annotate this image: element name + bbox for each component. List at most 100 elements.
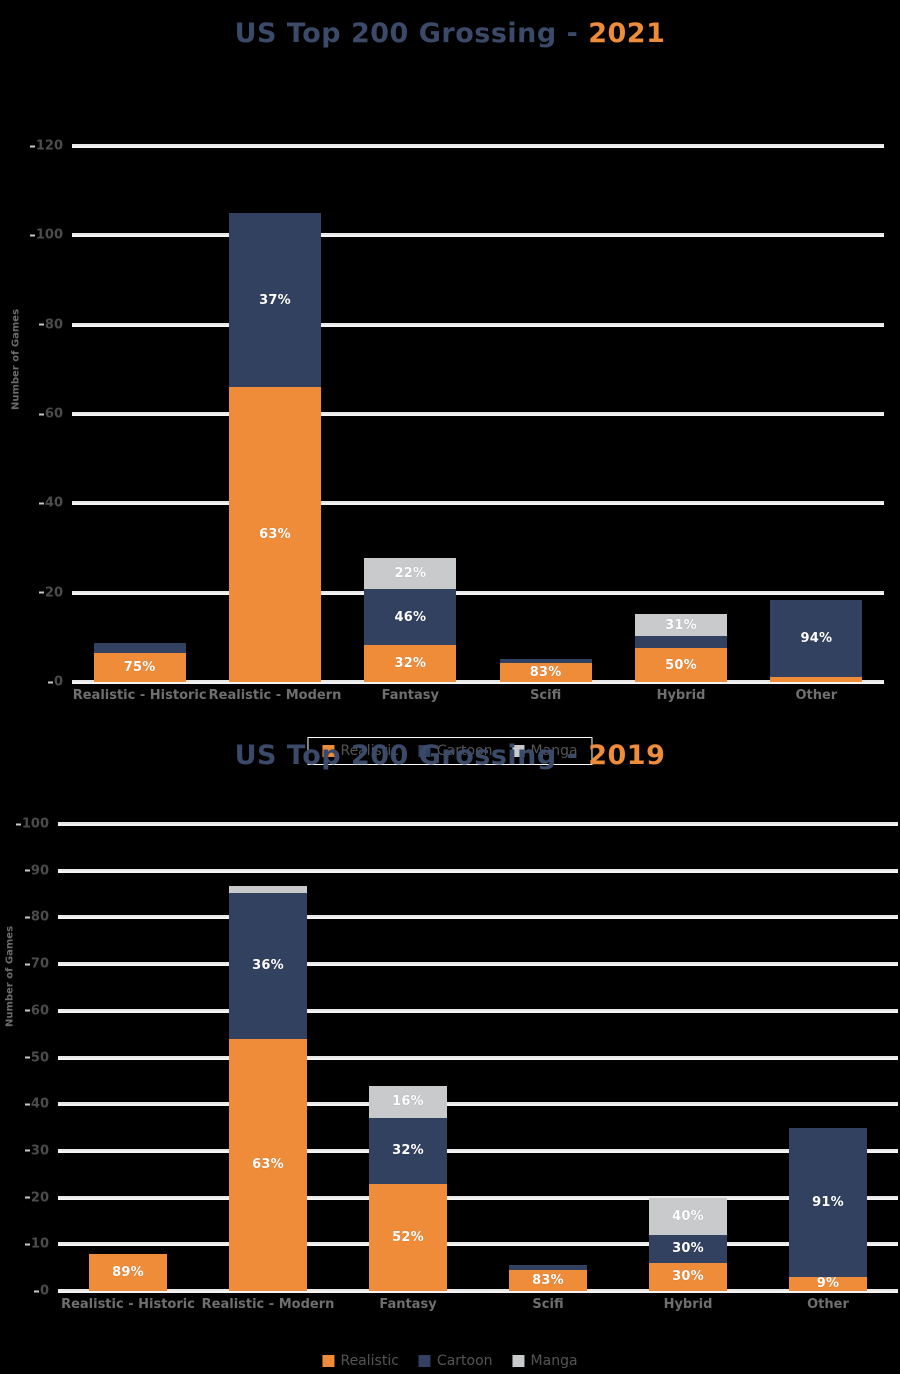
bar-segment-cartoon[interactable]: 36% — [229, 892, 307, 1039]
chart-title-year: 2021 — [588, 18, 666, 49]
x-axis-tick-label: Other — [795, 688, 838, 703]
chart-title-2019: US Top 200 Grossing - 2019 — [0, 730, 900, 771]
bar-group[interactable]: 75% Realistic - Historic — [73, 643, 207, 703]
gridline — [58, 1242, 898, 1245]
bar-segment-cartoon[interactable] — [635, 636, 727, 649]
gridline — [58, 868, 898, 871]
bar-segment-realistic[interactable]: 50% — [635, 648, 727, 682]
bar-segment-label: 22% — [394, 566, 427, 582]
x-axis-tick-label: Hybrid — [663, 1297, 713, 1312]
x-axis-tick-label: Fantasy — [379, 1297, 437, 1312]
bar-segment-cartoon[interactable]: 32% — [369, 1118, 447, 1184]
legend-item-manga[interactable]: Manga — [512, 1353, 578, 1369]
bar-group[interactable]: 36% 63% Realistic - Modern — [202, 885, 334, 1312]
y-axis-tick-dash-icon — [38, 591, 44, 594]
bar-segment-realistic[interactable]: 83% — [499, 663, 592, 682]
bar-group[interactable]: 37% 63% Realistic - Modern — [209, 213, 341, 703]
bar-segment-label: 40% — [672, 1208, 704, 1224]
y-axis-tick: 10 — [24, 1237, 58, 1252]
bar-segment-cartoon[interactable]: 37% — [229, 213, 321, 388]
bar-segment-realistic[interactable]: 89% — [89, 1253, 167, 1291]
x-axis-tick-label: Scifi — [532, 1297, 564, 1312]
bar-group[interactable]: 91% 9% Other — [789, 1127, 867, 1312]
y-axis-tick: 60 — [24, 1003, 58, 1018]
bar-group[interactable]: 16% 32% 52% Fantasy — [369, 1085, 447, 1312]
chart-title-text: US Top 200 Grossing - — [234, 18, 589, 49]
y-axis-tick-dash-icon — [24, 1196, 30, 1199]
bar-group[interactable]: 22% 46% 32% Fantasy — [364, 558, 457, 703]
bar-segment-realistic[interactable]: 32% — [364, 644, 457, 682]
y-axis-label-2019: Number of Games — [4, 925, 16, 1028]
bar-segment-cartoon[interactable]: 91% — [789, 1127, 867, 1277]
x-axis-tick-label: Fantasy — [381, 688, 440, 703]
bar-segment-label: 16% — [392, 1094, 424, 1110]
legend-swatch-cartoon-icon — [418, 1355, 431, 1367]
x-axis-tick-label: Realistic - Historic — [61, 1297, 195, 1312]
bar-stack: 83% — [509, 1265, 587, 1291]
y-axis-tick: 70 — [24, 957, 58, 972]
legend-item-realistic[interactable]: Realistic — [322, 1353, 399, 1369]
bar-segment-manga[interactable]: 16% — [369, 1085, 447, 1119]
y-axis-tick: 20 — [24, 1190, 58, 1205]
y-axis-tick: 90 — [24, 863, 58, 878]
bar-segment-label: 31% — [665, 617, 697, 633]
bar-segment-label: 94% — [800, 630, 833, 646]
bar-segment-label: 83% — [529, 665, 562, 681]
bar-group[interactable]: 83% Scifi — [499, 659, 592, 703]
bar-group[interactable]: 83% Scifi — [509, 1265, 587, 1312]
y-axis-tick: 40 — [24, 1097, 58, 1112]
y-axis-tick-dash-icon — [24, 1009, 30, 1012]
bar-segment-label: 63% — [252, 1157, 284, 1173]
plot-area-2019: 0 10 20 30 40 50 60 70 80 90 100 89% Realistic - His… — [15, 817, 898, 1312]
bar-segment-realistic[interactable]: 30% — [649, 1262, 727, 1291]
y-axis-tick: 20 — [38, 585, 72, 600]
bar-segment-manga[interactable] — [229, 885, 307, 893]
gridline — [72, 144, 884, 146]
y-axis-tick: 80 — [24, 910, 58, 925]
chart-2021: US Top 200 Grossing - 2021 Number of Gam… — [0, 0, 900, 765]
bar-segment-realistic[interactable]: 63% — [229, 1038, 307, 1291]
bar-segment-label: 63% — [259, 527, 291, 543]
bar-segment-realistic[interactable]: 83% — [509, 1269, 587, 1291]
legend-item-cartoon[interactable]: Cartoon — [418, 1353, 493, 1369]
chart-title-year: 2019 — [588, 740, 666, 771]
x-axis-tick-label: Realistic - Modern — [201, 1297, 335, 1312]
gridline — [58, 1055, 898, 1058]
bar-group[interactable]: 31% 50% Hybrid — [635, 614, 727, 703]
bar-segment-cartoon[interactable]: 94% — [770, 600, 863, 677]
chart-2019: US Top 200 Grossing - 2019 Number of Gam… — [0, 730, 900, 1374]
bar-segment-cartoon[interactable] — [93, 643, 186, 653]
bar-segment-realistic[interactable]: 63% — [229, 387, 321, 682]
bar-group[interactable]: 89% Realistic - Historic — [61, 1253, 195, 1312]
bar-group[interactable]: 40% 30% 30% Hybrid — [649, 1197, 727, 1312]
y-axis-label-2021: Number of Games — [10, 308, 22, 411]
bar-group[interactable]: 94% Other — [770, 600, 863, 703]
gridline — [58, 915, 898, 918]
bar-segment-cartoon[interactable]: 46% — [364, 589, 457, 645]
bar-segment-realistic[interactable]: 75% — [93, 652, 186, 682]
bar-segment-manga[interactable]: 22% — [364, 558, 457, 590]
legend-label-cartoon: Cartoon — [436, 1353, 493, 1369]
bar-segment-cartoon[interactable]: 30% — [649, 1234, 727, 1263]
bar-segment-realistic[interactable]: 9% — [789, 1276, 867, 1291]
bar-segment-manga[interactable]: 31% — [635, 614, 727, 637]
bar-segment-label: 30% — [672, 1269, 704, 1285]
y-axis-tick-dash-icon — [24, 963, 30, 966]
gridline — [58, 1102, 898, 1105]
bar-segment-manga[interactable]: 40% — [649, 1197, 727, 1235]
y-axis-tick-dash-icon — [24, 1056, 30, 1059]
bar-segment-label: 37% — [259, 292, 291, 308]
y-axis-tick-dash-icon — [38, 323, 44, 326]
gridline — [58, 1008, 898, 1011]
bar-segment-realistic[interactable] — [770, 676, 863, 682]
bar-segment-label: 89% — [112, 1264, 144, 1280]
chart-title-2021: US Top 200 Grossing - 2021 — [0, 0, 900, 49]
bar-segment-label: 46% — [394, 609, 427, 625]
chart-title-text: US Top 200 Grossing - — [234, 740, 589, 771]
bar-segment-label: 52% — [392, 1229, 424, 1245]
y-axis-tick: 100 — [15, 817, 58, 832]
bar-segment-realistic[interactable]: 52% — [369, 1183, 447, 1291]
y-axis-tick: 100 — [29, 228, 72, 243]
y-axis-tick-dash-icon — [24, 916, 30, 919]
x-axis-tick-label: Scifi — [530, 688, 562, 703]
